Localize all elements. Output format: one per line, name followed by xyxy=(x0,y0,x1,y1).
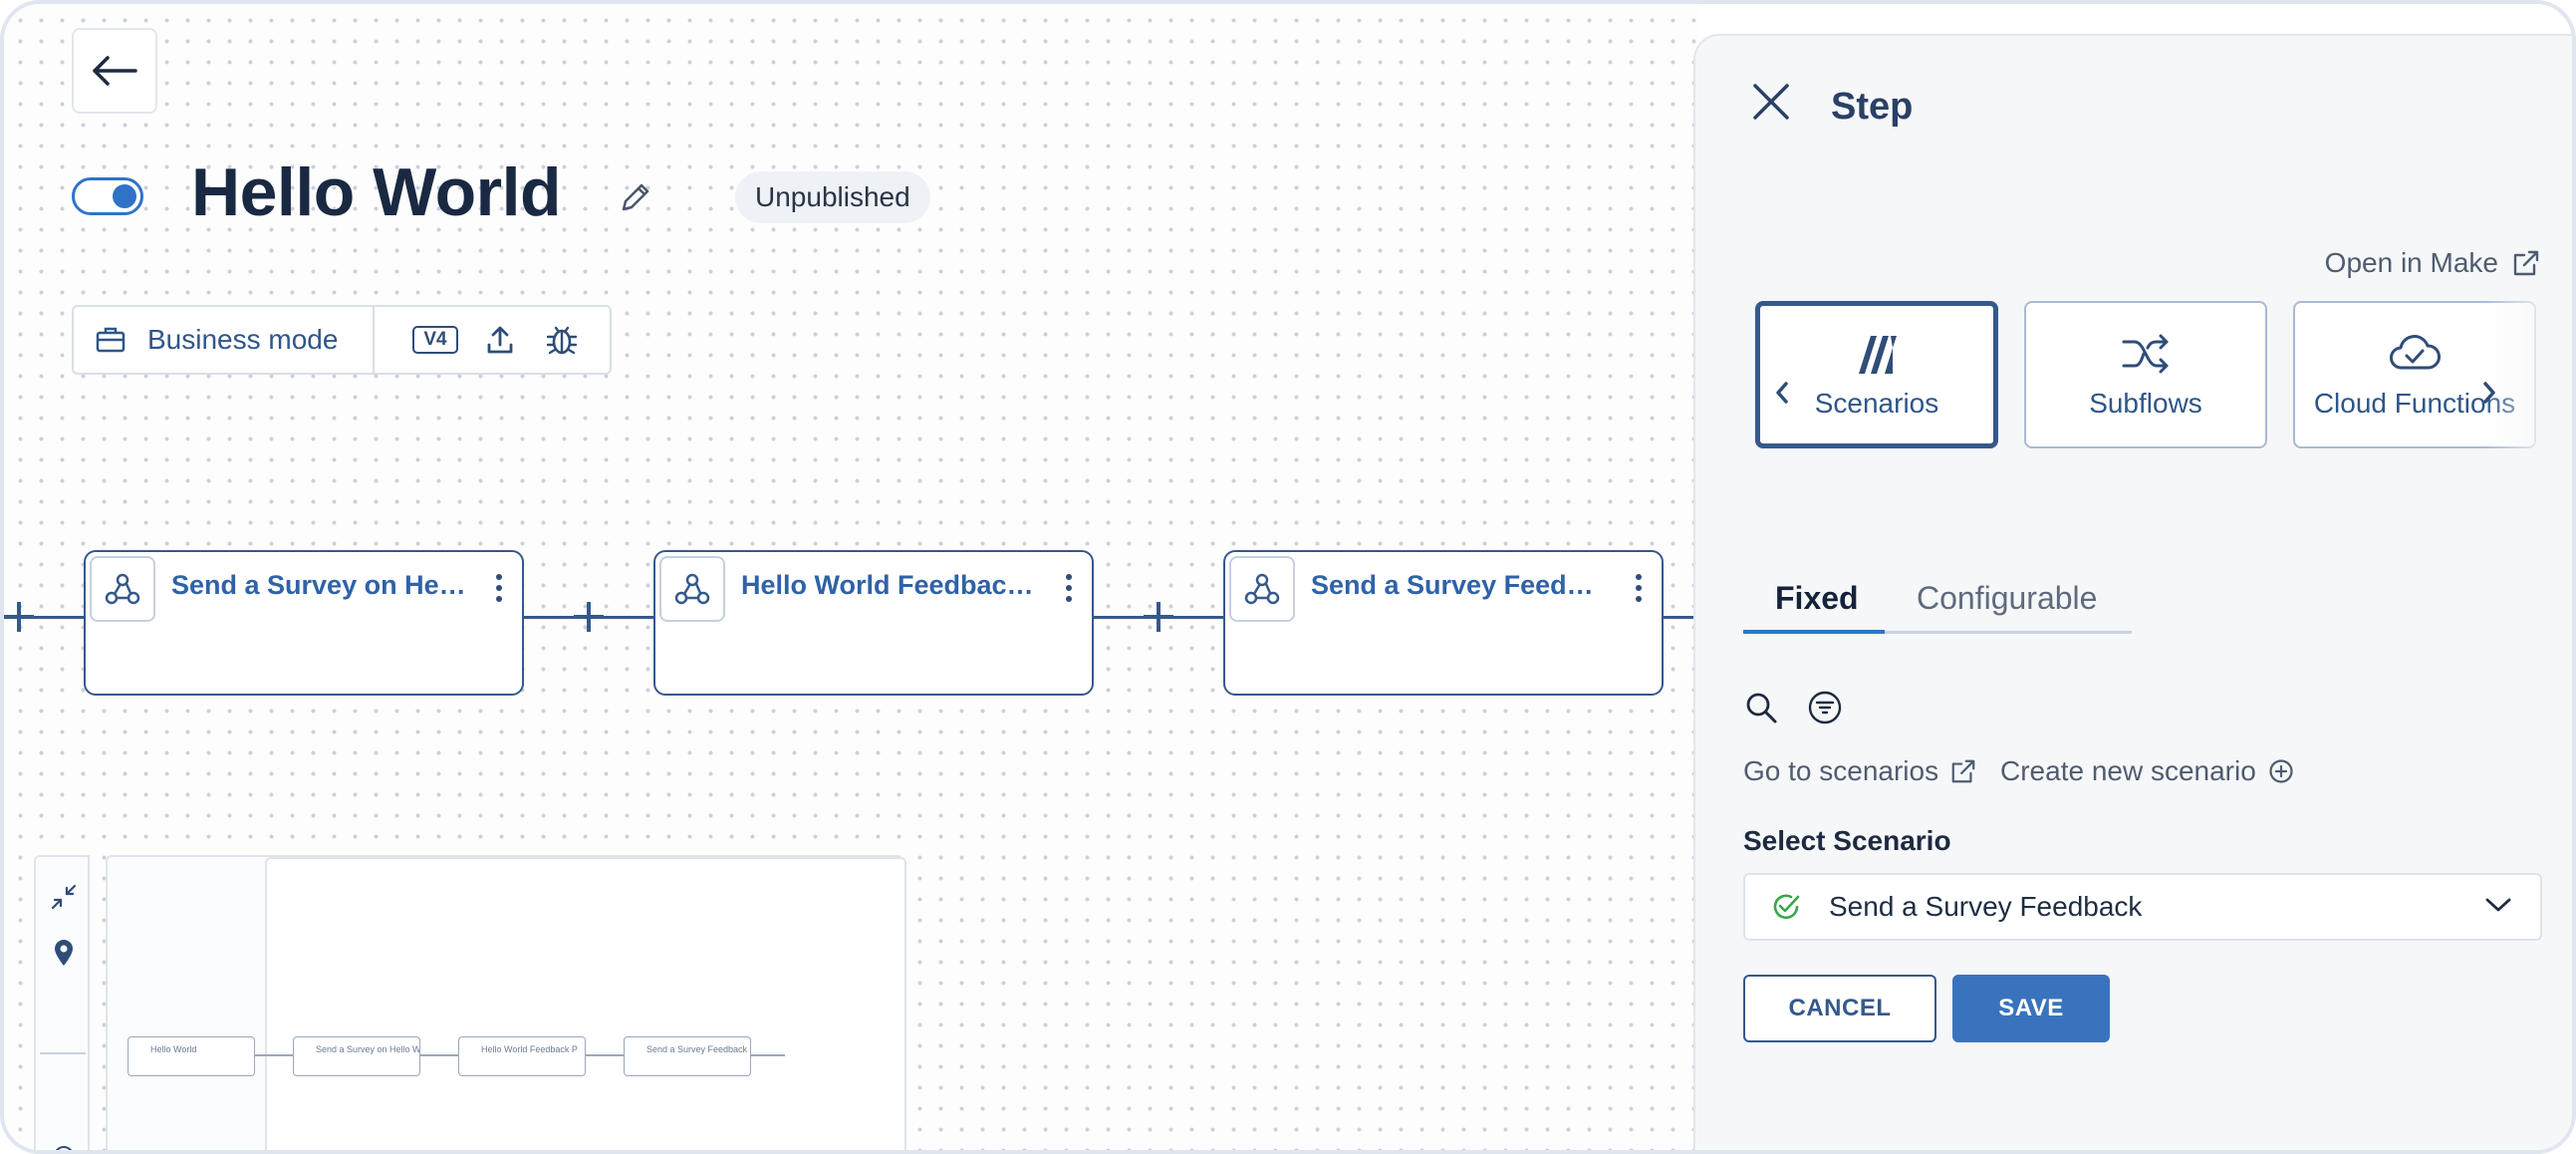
node-title: Send a Survey on Hell... xyxy=(171,570,470,600)
locate-button[interactable] xyxy=(46,935,82,971)
card-subflows[interactable]: Subflows xyxy=(2024,301,2267,448)
flow-toolbar: Business mode V4 xyxy=(72,305,612,375)
cloud-check-icon xyxy=(2389,330,2441,378)
publish-toggle[interactable] xyxy=(72,177,143,215)
create-new-scenario-label: Create new scenario xyxy=(2000,755,2256,786)
search-button[interactable] xyxy=(1741,688,1781,727)
cancel-button[interactable]: CANCEL xyxy=(1743,975,1936,1042)
chevron-down-icon xyxy=(2485,898,2511,912)
minimap-node: Send a Survey on Hello W xyxy=(293,1036,420,1076)
active-tab-indicator xyxy=(1743,630,1885,634)
minimap: Hello World Send a Survey on Hello W Hel… xyxy=(34,855,906,1150)
external-link-icon xyxy=(2513,250,2539,276)
business-mode-button[interactable]: Business mode xyxy=(74,307,375,373)
plus-circle-icon xyxy=(56,1146,72,1150)
carousel-next-button[interactable] xyxy=(2474,373,2504,413)
flow-node[interactable]: Hello World Feedback... xyxy=(653,550,1094,696)
minimap-divider xyxy=(40,1052,86,1054)
select-value: Send a Survey Feedback xyxy=(1829,891,2143,922)
minimap-connector xyxy=(255,1054,293,1056)
tab-fixed[interactable]: Fixed xyxy=(1775,562,1859,634)
close-icon xyxy=(1753,84,1789,120)
minimap-node: Send a Survey Feedback xyxy=(624,1036,751,1076)
shuffle-icon xyxy=(2121,330,2171,378)
select-scenario-label: Select Scenario xyxy=(1743,825,1951,856)
node-title: Send a Survey Feedback xyxy=(1311,570,1610,600)
upload-icon xyxy=(487,326,513,354)
add-step-button[interactable] xyxy=(1144,602,1173,632)
connector-line xyxy=(1662,616,1697,619)
node-title: Hello World Feedback... xyxy=(741,570,1040,600)
bug-icon xyxy=(546,326,578,355)
webhook-icon xyxy=(659,556,725,622)
arrow-left-icon xyxy=(93,56,137,86)
minimap-controls xyxy=(34,855,90,1150)
zoom-in-button[interactable] xyxy=(46,1138,82,1150)
flow-canvas[interactable]: Hello World Unpublished Business mode V4 xyxy=(4,4,1697,1150)
mode-tabs: Fixed Configurable xyxy=(1743,562,2132,634)
collapse-icon xyxy=(51,884,77,910)
filter-button[interactable] xyxy=(1805,688,1845,727)
minimap-view[interactable]: Hello World Send a Survey on Hello W Hel… xyxy=(106,855,906,1150)
status-badge: Unpublished xyxy=(735,171,930,223)
debug-button[interactable] xyxy=(542,320,582,360)
create-new-scenario-link[interactable]: Create new scenario xyxy=(2000,755,2294,787)
edit-title-button[interactable] xyxy=(614,175,657,219)
go-to-scenarios-label: Go to scenarios xyxy=(1743,755,1939,786)
carousel-prev-button[interactable] xyxy=(1767,373,1797,413)
minimap-viewport[interactable] xyxy=(265,857,906,1150)
business-mode-label: Business mode xyxy=(147,324,339,355)
scenarios-icon xyxy=(1855,330,1899,378)
add-step-button[interactable] xyxy=(574,602,604,632)
flow-node[interactable]: Send a Survey Feedback xyxy=(1223,550,1664,696)
pencil-icon xyxy=(622,183,649,211)
tab-configurable[interactable]: Configurable xyxy=(1917,562,2097,634)
close-panel-button[interactable] xyxy=(1749,80,1793,124)
panel-title: Step xyxy=(1831,86,1914,128)
minimap-node: Hello World xyxy=(128,1036,255,1076)
chevron-right-icon xyxy=(2483,382,2495,404)
minimap-node: Hello World Feedback P xyxy=(458,1036,586,1076)
card-label: Subflows xyxy=(2089,388,2202,419)
save-button[interactable]: SAVE xyxy=(1952,975,2110,1042)
app-window: Hello World Unpublished Business mode V4 xyxy=(0,0,2576,1154)
webhook-icon xyxy=(1229,556,1295,622)
add-step-button[interactable] xyxy=(4,602,34,632)
step-panel: Step Open in Make Scenarios Subflows Clo… xyxy=(1693,34,2572,1150)
node-menu-button[interactable] xyxy=(494,574,504,606)
plus-circle-icon xyxy=(2269,759,2293,783)
briefcase-icon xyxy=(96,327,126,353)
node-menu-button[interactable] xyxy=(1634,574,1644,606)
check-circle-icon xyxy=(1773,894,1800,920)
back-button[interactable] xyxy=(72,28,157,114)
search-icon xyxy=(1746,693,1777,723)
filter-icon xyxy=(1808,691,1842,724)
collapse-minimap-button[interactable] xyxy=(46,879,82,915)
step-type-carousel: Scenarios Subflows Cloud Functions xyxy=(1755,301,2552,450)
location-pin-icon xyxy=(55,940,73,966)
toggle-knob xyxy=(113,184,136,208)
minimap-connector xyxy=(420,1054,458,1056)
card-label: Scenarios xyxy=(1814,388,1939,419)
minimap-connector xyxy=(586,1054,624,1056)
flow-node[interactable]: Send a Survey on Hell... xyxy=(84,550,524,696)
node-menu-button[interactable] xyxy=(1064,574,1074,606)
page-title: Hello World xyxy=(191,154,562,230)
upload-button[interactable] xyxy=(480,320,520,360)
open-in-make-link[interactable]: Open in Make xyxy=(2325,247,2540,279)
minimap-connector xyxy=(751,1054,785,1056)
chevron-left-icon xyxy=(1776,382,1788,404)
scenario-select[interactable]: Send a Survey Feedback xyxy=(1743,873,2542,941)
open-in-make-label: Open in Make xyxy=(2324,247,2498,278)
external-link-icon xyxy=(1951,759,1975,783)
webhook-icon xyxy=(90,556,155,622)
go-to-scenarios-link[interactable]: Go to scenarios xyxy=(1743,755,1976,787)
version-button[interactable]: V4 xyxy=(412,326,458,354)
